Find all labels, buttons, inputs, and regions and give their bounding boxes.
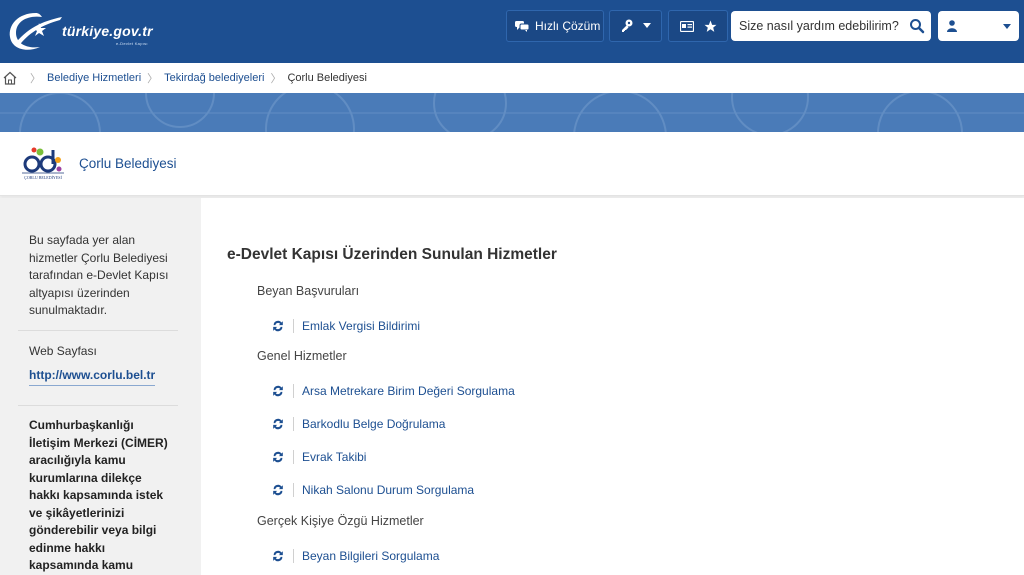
user-dropdown[interactable] — [938, 11, 1019, 41]
sidebar-divider — [18, 330, 178, 331]
chat-bubbles-icon — [515, 21, 529, 32]
web-page-label: Web Sayfası — [29, 344, 97, 358]
breadcrumb-current: Çorlu Belediyesi — [287, 72, 367, 84]
top-header: türkiye.gov.tr e-Devlet Kapısı Hızlı Çöz… — [0, 0, 1024, 63]
user-icon — [947, 20, 957, 32]
search-input[interactable] — [731, 12, 901, 40]
chevron-down-icon — [1003, 24, 1011, 29]
breadcrumb-separator: 〉 — [147, 73, 159, 85]
refresh-icon — [273, 418, 283, 430]
crescent-star-logo-icon — [9, 13, 62, 50]
refresh-icon — [273, 385, 283, 397]
service-link-emlak-vergisi-bildirimi[interactable]: Emlak Vergisi Bildirimi — [271, 317, 420, 335]
services-title: e-Devlet Kapısı Üzerinden Sunulan Hizmet… — [227, 246, 557, 263]
service-label: Emlak Vergisi Bildirimi — [302, 319, 421, 333]
id-card-favorites-button[interactable] — [668, 10, 728, 42]
corlu-belediyesi-logo: ÇORLU BELEDİYESİ — [22, 147, 64, 180]
service-label: Evrak Takibi — [302, 450, 367, 464]
caret-down-icon — [642, 23, 651, 28]
sidebar-divider — [18, 405, 178, 406]
separator — [293, 483, 294, 497]
service-label: Beyan Bilgileri Sorgulama — [302, 549, 440, 563]
service-link-evrak-takibi[interactable]: Evrak Takibi — [271, 448, 366, 466]
quick-solution-button[interactable]: Hızlı Çözüm — [506, 10, 604, 42]
breadcrumb-item-tekirdag-belediyeleri[interactable]: Tekirdağ belediyeleri — [164, 72, 264, 84]
decorative-banner — [0, 93, 1024, 132]
logo-text: türkiye.gov.tr — [62, 23, 153, 39]
breadcrumb-separator: 〉 — [270, 73, 282, 85]
breadcrumb: 〉 Belediye Hizmetleri 〉 Tekirdağ belediy… — [0, 63, 1024, 93]
id-card-icon — [679, 20, 694, 32]
star-icon — [704, 20, 716, 32]
refresh-icon — [273, 320, 283, 332]
cimer-info-text: Cumhurbaşkanlığı İletişim Merkezi (CİMER… — [29, 418, 168, 572]
breadcrumb-item-belediye-hizmetleri[interactable]: Belediye Hizmetleri — [47, 72, 141, 84]
home-icon[interactable] — [2, 70, 18, 86]
refresh-icon — [273, 451, 283, 463]
separator — [293, 417, 294, 431]
login-key-dropdown[interactable] — [609, 10, 662, 42]
separator — [293, 384, 294, 398]
logo-subtext: e-Devlet Kapısı — [116, 41, 148, 46]
service-label: Barkodlu Belge Doğrulama — [302, 417, 446, 431]
refresh-icon — [273, 550, 283, 562]
web-page-link[interactable]: http://www.corlu.bel.tr — [29, 368, 156, 386]
separator — [293, 450, 294, 464]
sidebar: Bu sayfada yer alan hizmetler Çorlu Bele… — [0, 198, 201, 575]
svg-text:ÇORLU BELEDİYESİ: ÇORLU BELEDİYESİ — [24, 175, 62, 180]
banner-pattern-graphic — [0, 93, 1024, 132]
main-content: e-Devlet Kapısı Üzerinden Sunulan Hizmet… — [201, 198, 1024, 575]
separator — [293, 549, 294, 563]
institution-name: Çorlu Belediyesi — [79, 156, 177, 171]
refresh-icon — [273, 484, 283, 496]
search-box — [731, 11, 931, 41]
turkiye-gov-logo[interactable]: türkiye.gov.tr e-Devlet Kapısı — [6, 9, 186, 51]
quick-solution-label: Hızlı Çözüm — [535, 19, 601, 33]
category-genel-hizmetler: Genel Hizmetler — [257, 349, 347, 363]
breadcrumb-separator: 〉 — [30, 73, 41, 85]
sidebar-intro-text: Bu sayfada yer alan hizmetler Çorlu Bele… — [29, 233, 169, 317]
separator — [293, 319, 294, 333]
service-link-beyan-bilgileri[interactable]: Beyan Bilgileri Sorgulama — [271, 547, 439, 565]
search-icon[interactable] — [909, 18, 925, 34]
service-link-barkodlu-belge[interactable]: Barkodlu Belge Doğrulama — [271, 415, 445, 433]
service-label: Arsa Metrekare Birim Değeri Sorgulama — [302, 384, 515, 398]
key-icon — [621, 19, 632, 32]
category-beyan-basvurulari: Beyan Başvuruları — [257, 284, 360, 298]
category-gercek-kisiye-ozgu: Gerçek Kişiye Özgü Hizmetler — [257, 514, 424, 528]
service-label: Nikah Salonu Durum Sorgulama — [302, 483, 475, 497]
service-link-arsa-metrekare[interactable]: Arsa Metrekare Birim Değeri Sorgulama — [271, 382, 515, 400]
service-link-nikah-salonu[interactable]: Nikah Salonu Durum Sorgulama — [271, 481, 474, 499]
institution-header: ÇORLU BELEDİYESİ Çorlu Belediyesi — [0, 132, 1024, 196]
